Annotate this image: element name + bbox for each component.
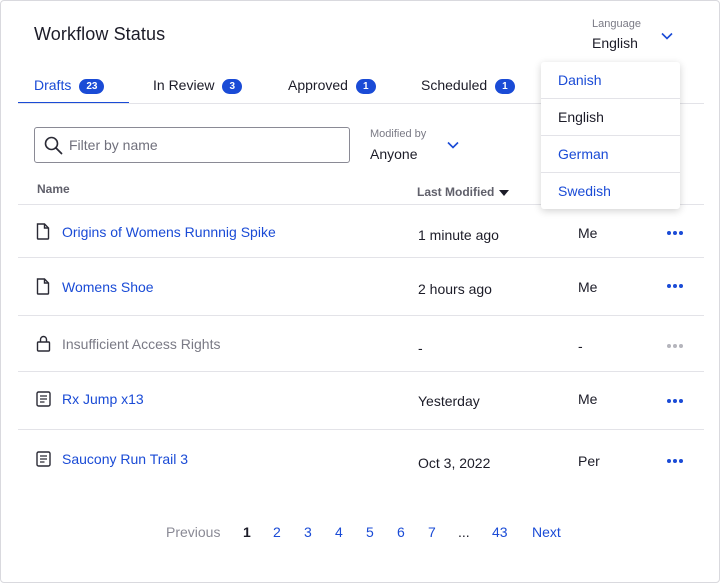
filter-field: [34, 127, 350, 163]
language-option-swedish[interactable]: Swedish: [541, 172, 680, 209]
pagination-ellipsis: ...: [458, 524, 470, 540]
row-name-link[interactable]: Saucony Run Trail 3: [62, 451, 188, 467]
count-badge: 3: [222, 79, 243, 94]
count-badge: 23: [79, 79, 105, 94]
tab-in-review[interactable]: In Review 3: [153, 74, 243, 104]
more-options-icon[interactable]: [667, 280, 687, 292]
modified-by-select[interactable]: Modified by Anyone: [370, 128, 426, 162]
language-option-german[interactable]: German: [541, 136, 680, 173]
pagination-page[interactable]: 7: [428, 524, 436, 540]
row-last-modified: -: [418, 340, 423, 356]
row-last-modified: Yesterday: [418, 393, 480, 409]
tab-approved[interactable]: Approved 1: [288, 74, 376, 104]
count-badge: 1: [355, 79, 376, 94]
pagination-page[interactable]: 3: [304, 524, 312, 540]
pagination-next[interactable]: Next: [532, 524, 561, 540]
tab-drafts[interactable]: Drafts 23: [18, 74, 129, 104]
list-document-icon: [36, 391, 51, 407]
pagination-page-last[interactable]: 43: [492, 524, 508, 540]
more-options-icon[interactable]: [667, 227, 687, 239]
pagination-page[interactable]: 5: [366, 524, 374, 540]
sort-descending-icon: [499, 189, 510, 196]
row-name-link[interactable]: Origins of Womens Runnnig Spike: [62, 224, 276, 240]
row-modified-by: -: [578, 338, 583, 354]
modified-by-label: Modified by: [370, 128, 427, 140]
modified-by-value: Anyone: [370, 146, 418, 162]
row-modified-by: Me: [578, 279, 598, 295]
language-selector[interactable]: Language English: [592, 18, 641, 51]
language-dropdown-menu: Danish English German Swedish: [541, 62, 680, 209]
count-badge: 1: [495, 79, 515, 94]
table-row: Origins of Womens Runnnig Spike 1 minute…: [18, 205, 704, 258]
table-row: Insufficient Access Rights - -: [18, 316, 704, 372]
row-last-modified: Oct 3, 2022: [418, 455, 491, 471]
more-options-icon[interactable]: [667, 395, 687, 407]
tab-scheduled[interactable]: Scheduled 1: [421, 74, 515, 104]
row-last-modified: 1 minute ago: [418, 227, 499, 243]
column-header-label: Last Modified: [417, 185, 495, 199]
search-icon: [44, 136, 63, 155]
row-name-link[interactable]: Womens Shoe: [62, 279, 154, 295]
row-modified-by: Me: [578, 391, 598, 407]
tab-label: In Review: [153, 77, 215, 93]
column-header-last-modified[interactable]: Last Modified: [417, 185, 510, 199]
pagination: Previous 1 2 3 4 5 6 7 ... 43 Next: [1, 524, 720, 544]
tab-label: Scheduled: [421, 77, 488, 93]
row-name: Insufficient Access Rights: [62, 336, 221, 352]
chevron-down-icon[interactable]: [447, 141, 459, 149]
document-icon: [36, 223, 50, 240]
tab-label: Drafts: [34, 77, 72, 93]
table-row: Saucony Run Trail 3 Oct 3, 2022 Per: [18, 430, 704, 487]
language-option-danish[interactable]: Danish: [541, 62, 680, 99]
pagination-previous: Previous: [166, 524, 221, 540]
filter-input[interactable]: [69, 137, 329, 153]
list-document-icon: [36, 451, 51, 467]
column-header-name: Name: [37, 182, 70, 196]
pagination-page[interactable]: 2: [273, 524, 281, 540]
document-icon: [36, 278, 50, 295]
workflow-status-panel: Workflow Status Language English Drafts …: [0, 0, 720, 583]
table-row: Womens Shoe 2 hours ago Me: [18, 258, 704, 316]
more-options-icon: [667, 340, 687, 352]
chevron-down-icon[interactable]: [661, 32, 673, 40]
tab-label: Approved: [288, 77, 348, 93]
row-modified-by: Me: [578, 225, 598, 241]
row-modified-by: Per: [578, 453, 600, 469]
pagination-page[interactable]: 4: [335, 524, 343, 540]
pagination-page-current: 1: [243, 524, 251, 540]
language-label: Language: [592, 18, 641, 30]
lock-icon: [36, 335, 51, 352]
row-last-modified: 2 hours ago: [418, 281, 492, 297]
more-options-icon[interactable]: [667, 455, 687, 467]
language-option-english[interactable]: English: [541, 99, 680, 136]
table-row: Rx Jump x13 Yesterday Me: [18, 372, 704, 430]
row-name-link[interactable]: Rx Jump x13: [62, 391, 144, 407]
language-value: English: [592, 35, 638, 51]
pagination-page[interactable]: 6: [397, 524, 405, 540]
page-title: Workflow Status: [34, 24, 166, 44]
